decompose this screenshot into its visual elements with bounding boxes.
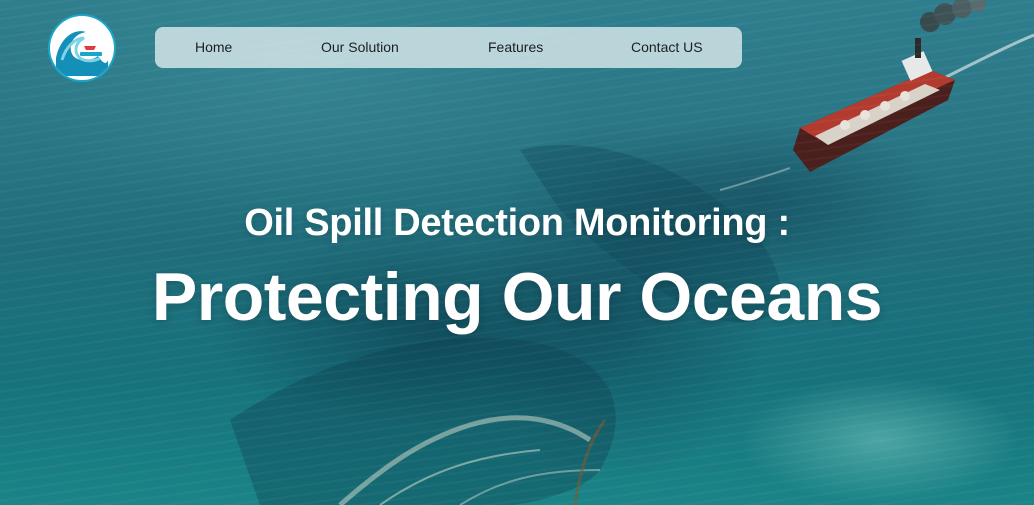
ocean-background <box>230 0 1034 505</box>
navbar: Home Our Solution Features Contact US <box>155 27 742 68</box>
hero-title: Protecting Our Oceans <box>151 259 883 335</box>
tanker-ship-icon <box>793 38 955 172</box>
hero-section: Home Our Solution Features Contact US Oi… <box>0 0 1034 505</box>
logo[interactable] <box>50 16 114 80</box>
nav-link-our-solution[interactable]: Our Solution <box>321 27 399 68</box>
wave-logo-icon <box>53 19 111 77</box>
smoke-plume <box>920 0 986 32</box>
nav-link-contact-us[interactable]: Contact US <box>631 27 703 68</box>
ship-wake <box>939 33 1034 82</box>
ship-wake <box>719 167 791 191</box>
nav-link-home[interactable]: Home <box>195 27 232 68</box>
nav-link-features[interactable]: Features <box>488 27 543 68</box>
hero-subtitle: Oil Spill Detection Monitoring : <box>244 202 790 244</box>
